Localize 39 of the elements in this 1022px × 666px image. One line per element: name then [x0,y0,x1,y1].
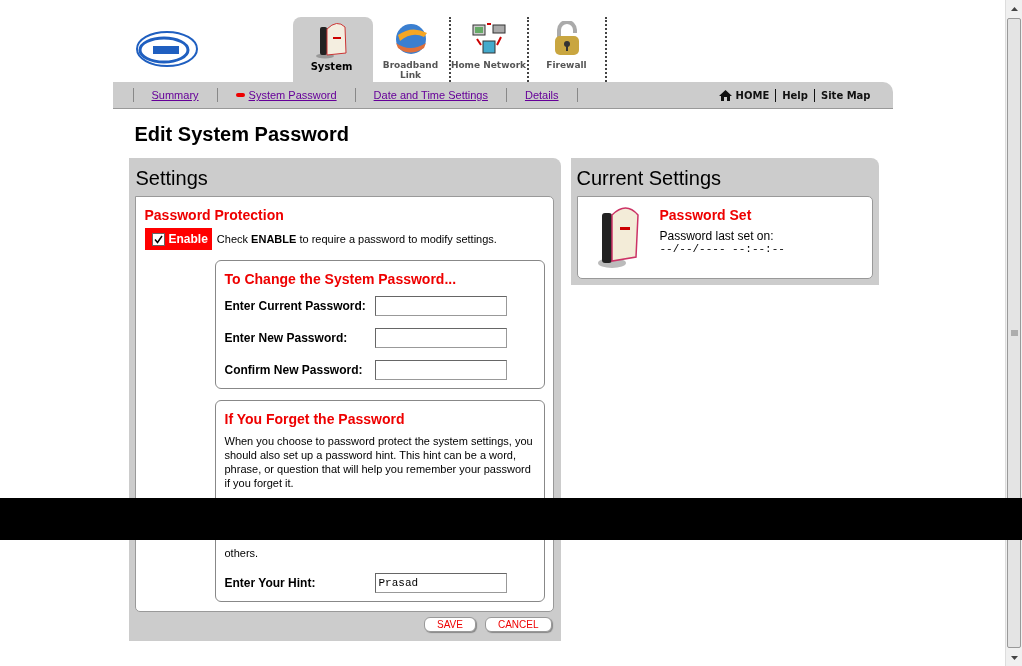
utility-link[interactable]: Site Map [813,88,877,102]
enable-note: Check ENABLE to require a password to modify settings. [216,233,497,245]
subnav-link[interactable]: Details [505,88,578,102]
checkbox-icon [151,232,165,246]
last-set-value: --/--/---- --:--:-- [659,243,785,256]
action-button[interactable]: CANCEL [484,617,552,632]
field-label: Confirm New Password: [224,363,364,377]
last-set-label: Password last set on: [659,229,775,243]
password-field[interactable] [374,328,507,348]
action-button[interactable]: SAVE [424,617,476,632]
section-heading: To Change the System Password... [224,270,458,288]
field-label: Enter Current Password: [224,299,367,313]
subnav-link[interactable]: System Password [216,88,355,102]
section-heading: If You Forget the Password [224,410,406,428]
password-field[interactable] [374,360,507,380]
scroll-down-icon[interactable] [1010,655,1018,660]
scrollbar-thumb[interactable] [1007,18,1021,648]
panel-title: Settings [135,166,209,190]
enable-checkbox[interactable]: Enable [144,228,212,250]
router-icon [314,21,349,59]
network-computers-icon [470,21,507,57]
home-icon [718,89,732,101]
subnav-link[interactable]: Summary [132,88,217,102]
utility-link[interactable]: HOME [712,88,776,102]
help-paragraph: When you choose to password protect the system settings, you should also set up a password hint. This hint can be a word, phrase, or question that will help you remember your password if you forget it. [224,434,534,490]
help-paragraph: others. [224,546,260,560]
nav-tab[interactable]: System [292,17,373,82]
scroll-up-icon[interactable] [1010,6,1018,11]
router-icon [595,205,642,269]
status-heading: Password Set [659,206,753,224]
utility-link[interactable]: Help [775,88,814,102]
field-label: Enter Your Hint: [224,576,317,590]
hint-field[interactable]: Prasad [374,573,507,593]
section-heading: Password Protection [144,206,285,224]
page-title: Edit System Password [134,122,351,146]
panel-title: Current Settings [576,166,722,190]
password-field[interactable] [374,296,507,316]
subnav-link[interactable]: Date and Time Settings [354,88,506,102]
field-label: Enter New Password: [224,331,349,345]
